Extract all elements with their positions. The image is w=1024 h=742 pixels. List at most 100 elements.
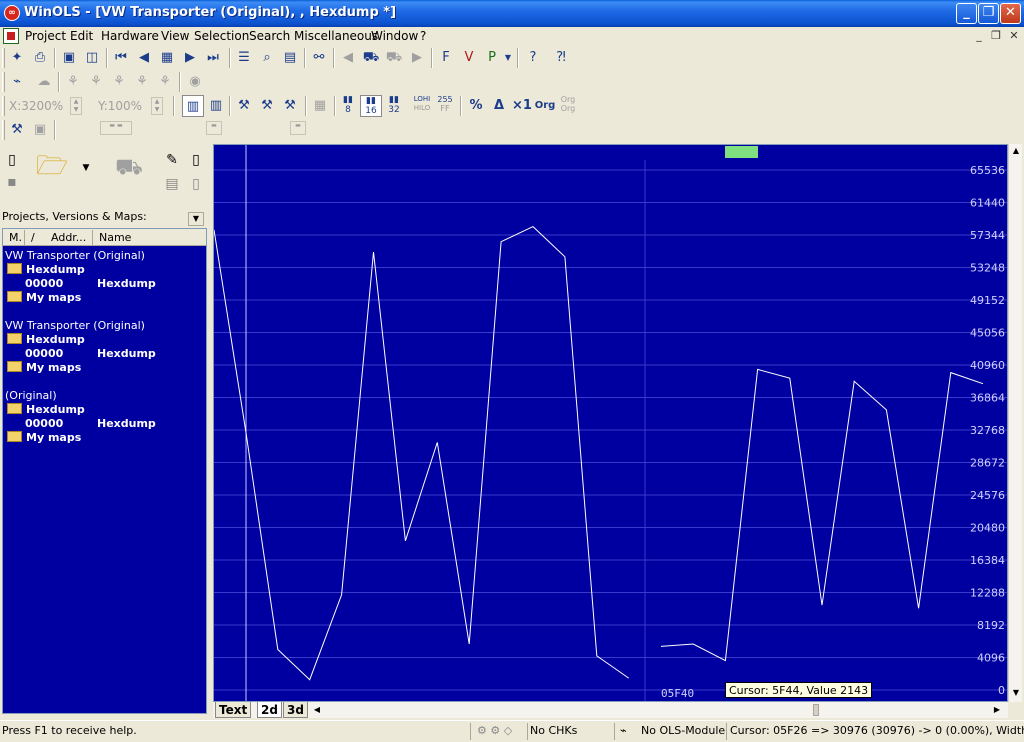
menu-hardware[interactable]: Hardware [101,29,159,43]
line-chart[interactable]: 0 4096 8192 12288 16384 20480 24576 28672 32768 3… [214,145,1008,702]
tree-item[interactable]: Hexdump [7,333,85,346]
p-icon[interactable]: P [481,47,503,69]
grid-icon[interactable]: ▦ [309,95,331,117]
tree-item[interactable]: VW Transporter (Original) [5,319,145,332]
previous-icon[interactable]: ◀ [133,47,155,69]
toolbar-grip[interactable] [2,72,5,92]
window-icon[interactable]: ▣ [58,47,80,69]
cloud-icon[interactable]: ☁ [33,71,55,93]
byte-order-button[interactable]: LOHI HILO [411,95,433,117]
last-icon[interactable]: ⏭ [202,47,224,69]
toolbar-grip[interactable] [2,48,5,68]
next-icon[interactable]: ▶ [179,47,201,69]
back-icon[interactable]: ◀ [337,47,359,69]
list-icon[interactable]: ☰ [233,47,255,69]
mdi-minimize-button[interactable]: _ [971,29,987,43]
find-map-icon[interactable]: ⌕ [256,47,278,69]
tab-text[interactable]: Text [215,702,252,718]
menu-view[interactable]: View [161,29,189,43]
save-icon[interactable]: ▪ [0,170,24,194]
scroll-right-icon[interactable]: ▶ [990,703,1004,717]
v-icon[interactable]: V [458,47,480,69]
toolbar-grip[interactable] [2,96,5,116]
tree-item[interactable]: 00000 Hexdump [25,417,156,430]
menu-project[interactable]: Project [25,29,66,43]
menu-miscellaneous[interactable]: Miscellaneous [294,29,378,43]
vertical-scrollbar[interactable]: ▲ ▼ [1008,144,1022,702]
graph-view-icon[interactable]: ⚒ [233,95,255,117]
edit-map-icon[interactable]: ⚒ [6,119,28,141]
erase-icon[interactable]: ⚘ [108,71,130,93]
tree-item[interactable]: VW Transporter (Original) [5,249,145,262]
export-icon[interactable]: ▯ [184,172,208,196]
context-help-icon[interactable]: ⁈ [550,47,572,69]
verify-icon[interactable]: ⚘ [131,71,153,93]
tree-item[interactable]: My maps [7,291,81,304]
plug-icon[interactable]: ⌁ [6,71,28,93]
original-compare-button[interactable]: Org Org [557,95,579,117]
scroll-up-icon[interactable]: ▲ [1009,144,1023,158]
column-divider[interactable] [92,230,93,245]
restore-button[interactable]: ❐ [978,3,999,24]
car-up-icon[interactable]: ⛟ [360,47,382,69]
new-page-icon[interactable]: ▯ [184,148,208,172]
tree-item[interactable]: My maps [7,431,81,444]
mark-icon[interactable]: ⚒ [256,95,278,117]
tree-item[interactable]: (Original) [5,389,57,402]
write-icon[interactable]: ⚘ [85,71,107,93]
column-sort[interactable]: / [31,231,35,244]
new-map-icon[interactable]: ✎ [160,148,184,172]
minimize-button[interactable]: _ [956,3,977,24]
tree-item[interactable]: Hexdump [7,263,85,276]
mdi-restore-button[interactable]: ❐ [988,29,1004,43]
open-folder-icon[interactable]: 🗁 [32,153,72,179]
connect-icon[interactable]: ⚯ [308,47,330,69]
scroll-down-icon[interactable]: ▼ [1009,686,1023,700]
width-spinner[interactable]: ▬ [290,121,306,135]
tab-3d[interactable]: 3d [283,702,308,718]
select-icon[interactable]: ⚒ [279,95,301,117]
graph-view[interactable]: 0 4096 8192 12288 16384 20480 24576 28672 32768 3… [213,144,1008,702]
wizard-icon[interactable]: ✦ [6,47,28,69]
menu-edit[interactable]: Edit [70,29,93,43]
tree-item[interactable]: My maps [7,361,81,374]
mdi-close-button[interactable]: ✕ [1006,29,1022,43]
map-properties-icon[interactable]: ▣ [29,119,51,141]
document-icon[interactable] [3,28,19,44]
chevron-down-icon[interactable]: ▼ [502,47,514,69]
car-icon[interactable]: ⛟ [383,47,405,69]
tree-item[interactable]: 00000 Hexdump [25,277,156,290]
zoom-x-spinner[interactable]: ▲ ▼ [70,97,82,115]
read-icon[interactable]: ⚘ [62,71,84,93]
table-icon[interactable]: ▦ [156,47,178,69]
map-icon[interactable]: ▤ [279,47,301,69]
f-icon[interactable]: F [435,47,457,69]
toolbar-grip[interactable] [2,120,5,140]
percent-button[interactable]: % [465,95,487,117]
help-icon[interactable]: ? [522,47,544,69]
hex-dec-button[interactable]: 255 FF [434,95,456,117]
delta-button[interactable]: Δ [488,95,510,117]
import-icon[interactable]: ▤ [160,172,184,196]
column-m[interactable]: M. [9,231,22,244]
bits-8-button[interactable]: ▮▮ 8 [337,95,359,117]
print-icon[interactable]: ⎙ [29,47,51,69]
scroll-left-icon[interactable]: ◀ [310,703,324,717]
menu-window[interactable]: Window [371,29,418,43]
column-name[interactable]: Name [99,231,131,244]
close-button[interactable]: ✕ [1000,3,1021,24]
column-address[interactable]: Addr... [51,231,86,244]
menu-selection[interactable]: Selection [194,29,249,43]
first-icon[interactable]: ⏮ [110,47,132,69]
tree-item[interactable]: 00000 Hexdump [25,347,156,360]
hex-view-icon[interactable]: ▥ [205,95,227,117]
step-spinner[interactable]: ▬ [206,121,222,135]
tab-2d[interactable]: 2d [257,702,282,718]
zoom-y-field[interactable]: Y:100% [98,97,142,115]
zoom-y-spinner[interactable]: ▲ ▼ [151,97,163,115]
offset-spinner[interactable]: ▬ ▬ [100,121,132,135]
eye-icon[interactable]: ◉ [184,71,206,93]
project-tree[interactable]: M. / Addr... Name VW Transporter (Origin… [2,228,207,714]
compare-icon[interactable]: ◫ [81,47,103,69]
zoom-x-field[interactable]: X:3200% [9,97,63,115]
